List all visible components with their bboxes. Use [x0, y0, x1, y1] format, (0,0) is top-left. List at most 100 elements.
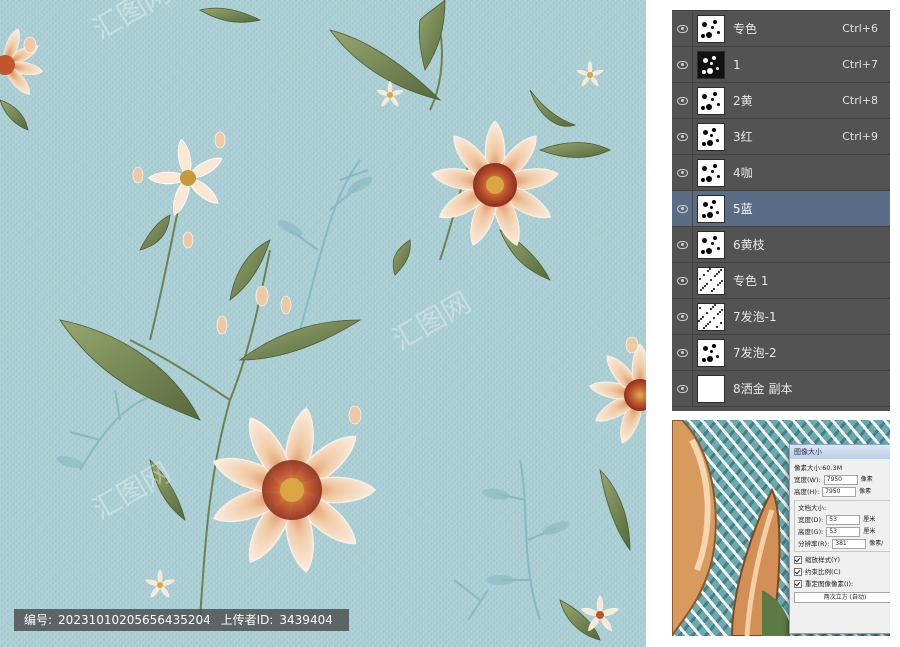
eye-icon[interactable] [672, 227, 693, 262]
layer-name: 4咖 [733, 166, 753, 180]
eye-icon[interactable] [672, 263, 693, 298]
layer-thumbnail [697, 14, 725, 43]
flower-left-partial [0, 26, 45, 99]
eye-icon[interactable] [672, 191, 693, 226]
eye-icon[interactable] [672, 299, 693, 334]
pixel-height-input[interactable]: 7950 [822, 487, 857, 497]
layer-row[interactable]: 7发泡-2 [672, 335, 890, 371]
layer-thumbnail [697, 50, 725, 79]
flower-large-bottom [208, 405, 376, 575]
doc-width-input[interactable]: 53 [826, 515, 861, 525]
eye-icon[interactable] [672, 371, 693, 406]
layer-row[interactable]: 5蓝 [672, 191, 890, 227]
doc-height-unit[interactable]: 厘米 [863, 526, 875, 538]
layer-thumbnail [697, 374, 725, 403]
eye-glyph [676, 312, 688, 321]
width-label: 宽度(W): [794, 476, 821, 484]
doc-width-unit[interactable]: 厘米 [863, 514, 875, 526]
flower-right-partial [587, 343, 646, 447]
svg-text:汇图网: 汇图网 [87, 0, 176, 46]
layer-row[interactable]: 7发泡-1 [672, 299, 890, 335]
upload-info-bar: 编号: 20231010205656435204 上传者ID: 3439404 [14, 609, 349, 631]
leaves [0, 0, 631, 641]
eye-glyph [676, 276, 688, 285]
layer-name: 专色 1 [733, 274, 769, 288]
scale-styles-checkbox[interactable] [794, 556, 802, 564]
layer-row[interactable]: 3红 Ctrl+9 [672, 119, 890, 155]
eye-icon[interactable] [672, 47, 693, 82]
layer-shortcut: Ctrl+9 [842, 130, 878, 143]
pixel-height-unit[interactable]: 像素 [859, 486, 871, 498]
resample-method-select[interactable]: 两次立方 (自动) [794, 592, 890, 603]
layers-panel: 专色 Ctrl+6 1 Ctrl+7 2黄 Ctrl+8 3红 Ctrl+9 4咖 5蓝 6黄枝 专色… [672, 10, 890, 411]
layer-shortcut: Ctrl+8 [842, 94, 878, 107]
resample-checkbox[interactable] [794, 580, 802, 588]
eye-glyph [676, 96, 688, 105]
layer-name: 3红 [733, 130, 753, 144]
doc-height-input[interactable]: 53 [826, 527, 861, 537]
layer-row[interactable]: 6黄枝 [672, 227, 890, 263]
layer-name: 7发泡-2 [733, 346, 777, 360]
layer-row[interactable]: 4咖 [672, 155, 890, 191]
layer-thumbnail [697, 86, 725, 115]
doc-width-label: 宽度(D): [798, 516, 824, 524]
floral-pattern-illustration: 汇图网 汇图网 汇图网 [0, 0, 646, 641]
doc-height-label: 高度(G): [798, 528, 824, 536]
detail-crop-preview: 图像大小 像素大小:60.3M 宽度(W): 7950 像素 高度(H): 79… [672, 420, 890, 636]
uploader-value: 3439404 [279, 613, 333, 627]
layer-shortcut: Ctrl+7 [842, 58, 878, 71]
constrain-proportions-checkbox[interactable] [794, 568, 802, 576]
layer-row[interactable]: 2黄 Ctrl+8 [672, 83, 890, 119]
pixel-dimensions-label: 像素大小:60.3M [794, 464, 843, 472]
id-value: 20231010205656435204 [58, 613, 211, 627]
layer-thumbnail [697, 338, 725, 367]
uploader-label: 上传者ID: [220, 613, 274, 627]
eye-glyph [676, 204, 688, 213]
document-size-group: 文档大小: 宽度(D): 53 厘米 高度(G): 53 厘米 分辨率(R): … [794, 500, 890, 552]
id-label: 编号: [24, 613, 53, 627]
layer-shortcut: Ctrl+6 [842, 22, 878, 35]
layer-row[interactable]: 1 Ctrl+7 [672, 47, 890, 83]
eye-glyph [676, 24, 688, 33]
eye-icon[interactable] [672, 11, 693, 46]
flower-lily [148, 137, 226, 218]
layer-thumbnail [697, 302, 725, 331]
eye-icon[interactable] [672, 335, 693, 370]
pixel-width-unit[interactable]: 像素 [861, 474, 873, 486]
svg-text:汇图网: 汇图网 [387, 285, 476, 356]
resolution-input[interactable]: 381 [832, 539, 867, 549]
layer-name: 专色 [733, 22, 758, 36]
eye-icon[interactable] [672, 119, 693, 154]
layer-name: 7发泡-1 [733, 310, 777, 324]
height-label: 高度(H): [794, 488, 820, 496]
resample-label: 重定图像像素(I): [805, 580, 854, 588]
layer-row[interactable]: 8洒金 副本 [672, 371, 890, 407]
dialog-title: 图像大小 [790, 445, 890, 459]
layer-thumbnail [697, 230, 725, 259]
scale-styles-label: 缩放样式(Y) [805, 556, 841, 564]
layer-name: 8洒金 副本 [733, 382, 793, 396]
layer-name: 6黄枝 [733, 238, 765, 252]
layer-row[interactable]: 专色 1 [672, 263, 890, 299]
layer-name: 2黄 [733, 94, 753, 108]
layer-name: 5蓝 [733, 202, 753, 216]
resolution-label: 分辨率(R): [798, 540, 830, 548]
layer-thumbnail [697, 194, 725, 223]
eye-glyph [676, 168, 688, 177]
floral-artwork: 汇图网 汇图网 汇图网 编号: 20231010205656435204 上传者I… [0, 0, 646, 647]
constrain-proportions-label: 约束比例(C) [805, 568, 841, 576]
resolution-unit[interactable]: 像素/ [869, 538, 883, 550]
eye-glyph [676, 384, 688, 393]
layer-thumbnail [697, 122, 725, 151]
document-size-label: 文档大小: [798, 504, 827, 512]
eye-icon[interactable] [672, 155, 693, 190]
layer-thumbnail [697, 158, 725, 187]
image-size-dialog: 图像大小 像素大小:60.3M 宽度(W): 7950 像素 高度(H): 79… [789, 444, 890, 634]
layer-name: 1 [733, 57, 741, 72]
eye-icon[interactable] [672, 83, 693, 118]
layer-thumbnail [697, 266, 725, 295]
pixel-width-input[interactable]: 7950 [823, 475, 858, 485]
layer-row[interactable]: 专色 Ctrl+6 [672, 11, 890, 47]
eye-glyph [676, 348, 688, 357]
eye-glyph [676, 132, 688, 141]
